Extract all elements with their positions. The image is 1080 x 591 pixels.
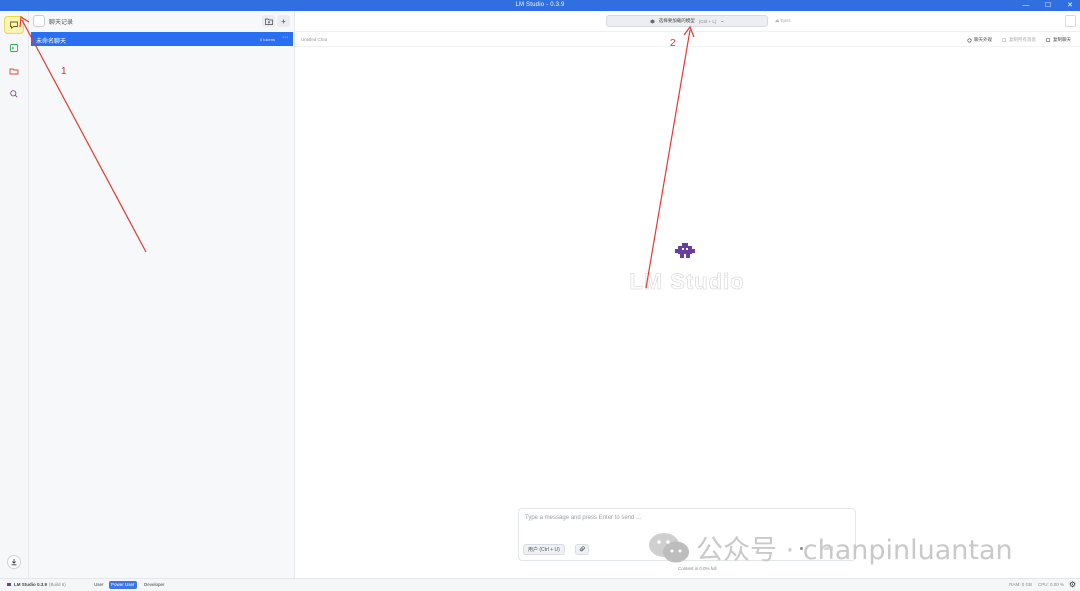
title-bar: LM Studio - 0.3.9 — ☐ ✕ [0,0,1080,11]
search-icon [10,90,18,98]
eject-button[interactable]: ⏏ Eject [775,18,791,24]
new-chat-button[interactable]: + [277,15,290,27]
cpu-usage: CPU: 0.00 % [1037,582,1064,587]
chat-icon [10,21,18,30]
rail-chat-button[interactable] [4,16,24,34]
watermark-text: 公众号 · chanpinluantan [696,535,1013,566]
rail-search-button[interactable] [4,85,24,103]
download-icon [11,559,17,566]
copy-icon [1002,37,1006,42]
chat-name: 未命名聊天 [36,39,67,45]
maximize-button[interactable]: ☐ [1042,1,1054,10]
annotation-label-2: 2 [670,38,676,49]
gear-icon [967,37,972,43]
duplicate-icon [1046,37,1050,42]
role-button[interactable]: 用户 (Ctrl + U) [523,544,565,555]
main-toolbar: 选择要加载的模型 (Ctrl + L) ⌄ ⏏ Eject [295,11,1080,32]
sidebar-header: 聊天记录 + [29,11,295,31]
copy-all-button[interactable]: 复制所有消息 [1002,37,1036,43]
model-select-shortcut: (Ctrl + L) [698,18,717,24]
window-title: LM Studio - 0.3.9 [515,2,565,8]
model-select-label: 选择要加载的模型 [658,18,695,23]
folder-icon [9,68,19,75]
duplicate-chat-button[interactable]: 复制聊天 [1046,37,1071,43]
mode-developer-button[interactable]: Developer [142,581,167,589]
sidebar-toggle-button[interactable] [33,15,45,27]
model-select-dropdown[interactable]: 选择要加载的模型 (Ctrl + L) ⌄ [606,15,768,27]
user-icon[interactable] [1065,15,1076,27]
chat-settings-label: 聊天外观 [974,37,992,42]
ram-usage: RAM: 0 GB [1009,582,1032,587]
copy-all-label: 复制所有消息 [1009,37,1036,42]
annotation-label-1: 1 [61,66,67,77]
system-stats: RAM: 0 GB CPU: 0.00 % [1009,582,1064,587]
app-build: (Build 6) [49,582,66,587]
folder-plus-icon [264,18,273,25]
minimize-button[interactable]: — [1020,1,1032,10]
wechat-logo-icon [649,532,689,562]
sidebar-title: 聊天记录 [49,20,74,26]
new-folder-button[interactable] [262,15,275,27]
rail-download-button[interactable] [7,555,21,569]
chat-subheader: Untitled Chat 聊天外观 复制所有消息 复制聊天 [295,33,1080,47]
attach-button[interactable] [575,544,589,555]
app-version: LM Studio 0.3.9 [14,582,48,587]
rail-terminal-button[interactable] [4,39,24,57]
chat-title: Untitled Chat [301,37,328,42]
mode-power-user-button[interactable]: Power User [109,581,137,589]
app-brand: LM Studio 0.3.9 (Build 6) [6,582,66,587]
chat-sidebar: 聊天记录 + 未命名聊天 0 tokens ⋯ [29,11,295,578]
terminal-icon [10,44,18,52]
chat-token-count: 0 tokens [259,37,275,42]
status-bar: LM Studio 0.3.9 (Build 6) User Power Use… [0,578,1080,591]
chat-main: 选择要加载的模型 (Ctrl + L) ⌄ ⏏ Eject Untitled C… [295,11,1080,578]
close-button[interactable]: ✕ [1064,1,1076,10]
message-input[interactable]: Type a message and press Enter to send .… [525,515,641,521]
duplicate-chat-label: 复制聊天 [1053,37,1071,42]
nav-rail [0,11,29,578]
cube-icon [650,19,655,23]
rail-folder-button[interactable] [4,62,24,80]
mode-user-button[interactable]: User [92,581,106,589]
watermark: 公众号 · chanpinluantan [648,528,1013,567]
lm-studio-wordmark: LM Studio [629,269,745,295]
more-options-icon[interactable]: ⋯ [282,34,288,41]
chat-list-item[interactable]: 未命名聊天 0 tokens ⋯ [31,32,293,46]
lm-studio-small-icon [7,583,11,586]
settings-gear-icon[interactable]: ⚙ [1069,580,1076,589]
paperclip-icon [579,546,585,552]
lm-studio-logo-icon [675,243,695,258]
chevron-down-icon: ⌄ [720,18,725,23]
chat-settings-button[interactable]: 聊天外观 [967,37,992,43]
